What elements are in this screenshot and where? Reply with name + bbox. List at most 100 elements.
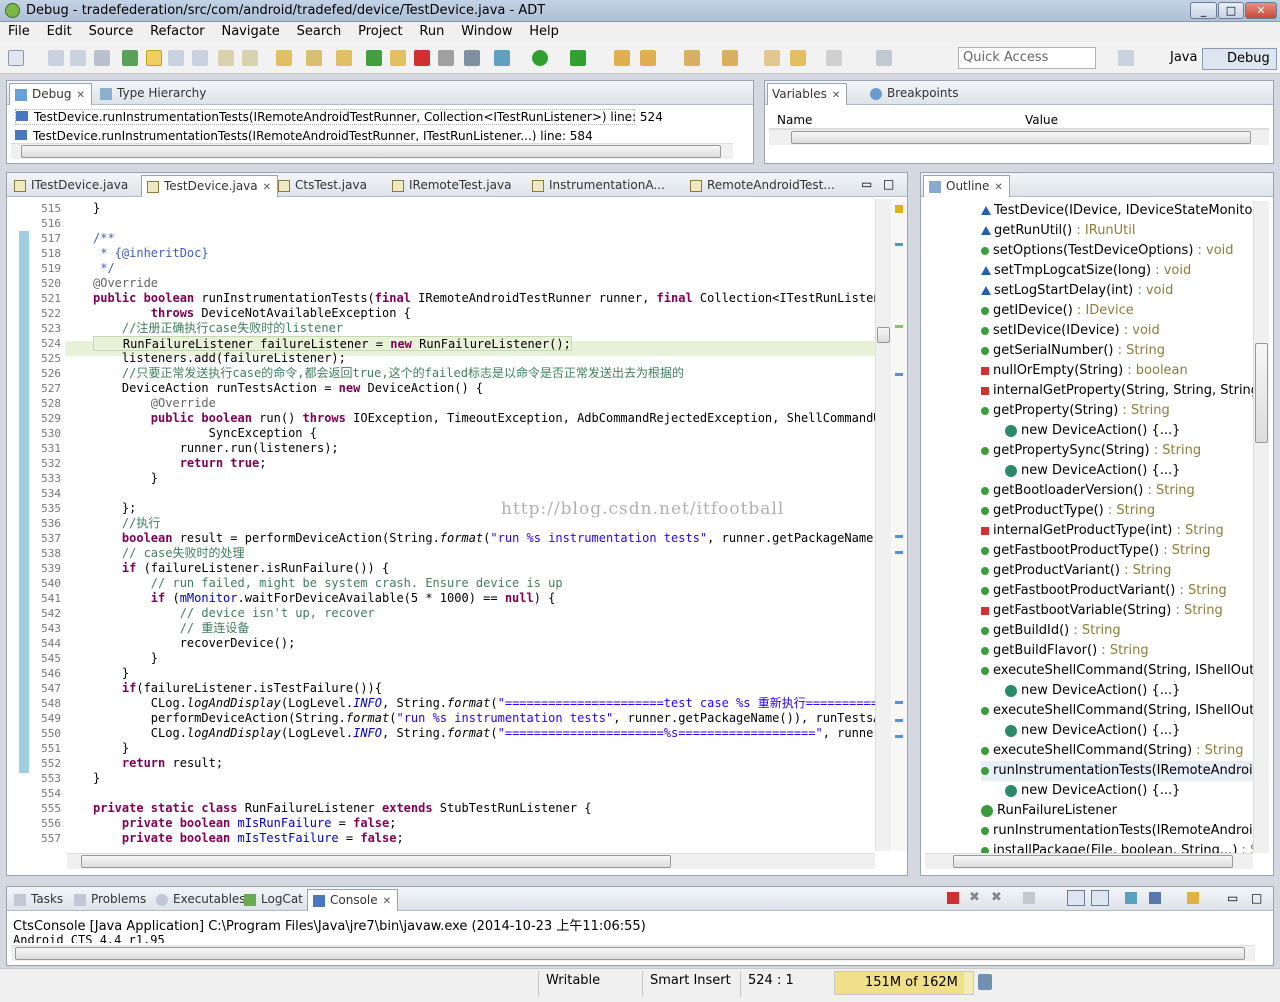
- run-external-icon[interactable]: [570, 50, 586, 66]
- tab-executables[interactable]: Executables: [151, 889, 252, 911]
- line-number[interactable]: 533: [25, 471, 61, 486]
- code-editor[interactable]: } /** * {@inheritDoc} */ @Override publi…: [7, 199, 907, 851]
- line-number[interactable]: 535: [25, 501, 61, 516]
- previous-annotation-icon[interactable]: [722, 50, 738, 66]
- outline-item[interactable]: TestDevice(IDevice, IDeviceStateMonitor): [981, 201, 1257, 221]
- use-step-filters-icon[interactable]: [464, 50, 480, 66]
- line-number[interactable]: 528: [25, 396, 61, 411]
- resume-icon[interactable]: [366, 50, 382, 66]
- run-icon[interactable]: [532, 50, 548, 66]
- save-icon[interactable]: [48, 50, 64, 66]
- suspend-icon[interactable]: [390, 50, 406, 66]
- outline-item[interactable]: getFastbootProductType() : String: [981, 541, 1211, 561]
- step-filter-icon[interactable]: [276, 50, 292, 66]
- line-number[interactable]: 552: [25, 756, 61, 771]
- line-number[interactable]: 555: [25, 801, 61, 816]
- line-number[interactable]: 517: [25, 231, 61, 246]
- menu-edit[interactable]: Edit: [47, 22, 72, 39]
- skip-breakpoints-icon[interactable]: [146, 50, 162, 66]
- console-output[interactable]: Android CTS 4.4_r1.95: [13, 933, 1243, 943]
- line-number[interactable]: 548: [25, 696, 61, 711]
- menu-source[interactable]: Source: [89, 22, 134, 39]
- java-perspective-button[interactable]: Java: [1146, 48, 1203, 70]
- menu-refactor[interactable]: Refactor: [150, 22, 205, 39]
- line-number[interactable]: 529: [25, 411, 61, 426]
- outline-item[interactable]: executeShellCommand(String) : String: [981, 741, 1243, 761]
- outline-item[interactable]: getBootloaderVersion() : String: [981, 481, 1195, 501]
- tab-ctstest[interactable]: CtsTest.java: [273, 175, 373, 197]
- code-text[interactable]: } /** * {@inheritDoc} */ @Override publi…: [93, 199, 875, 851]
- close-icon[interactable]: ✕: [76, 90, 84, 101]
- minimize-button[interactable]: _: [1190, 2, 1217, 19]
- tab-console[interactable]: Console ✕: [307, 889, 399, 911]
- line-number[interactable]: 553: [25, 771, 61, 786]
- line-number[interactable]: 541: [25, 591, 61, 606]
- horizontal-scrollbar[interactable]: [11, 945, 1255, 961]
- new-java-class-icon[interactable]: [640, 50, 656, 66]
- maximize-button[interactable]: □: [1218, 2, 1244, 19]
- line-number[interactable]: 547: [25, 681, 61, 696]
- line-number[interactable]: 540: [25, 576, 61, 591]
- save-all-icon[interactable]: [70, 50, 86, 66]
- line-number[interactable]: 519: [25, 261, 61, 276]
- outline-item[interactable]: getPropertySync(String) : String: [981, 441, 1201, 461]
- android-sdk-icon[interactable]: [122, 50, 138, 66]
- close-window-button[interactable]: ✕: [1245, 2, 1277, 19]
- outline-item[interactable]: getProductType() : String: [981, 501, 1155, 521]
- line-number[interactable]: 520: [25, 276, 61, 291]
- tab-logcat[interactable]: LogCat: [239, 889, 309, 911]
- tab-iremotetest[interactable]: IRemoteTest.java: [387, 175, 517, 197]
- outline-item[interactable]: setIDevice(IDevice) : void: [981, 321, 1160, 341]
- line-number[interactable]: 557: [25, 831, 61, 846]
- outline-item[interactable]: new DeviceAction() {...}: [1005, 461, 1180, 481]
- remove-launch-icon[interactable]: ✖: [969, 890, 980, 905]
- step-into-icon[interactable]: [336, 50, 352, 66]
- new-icon[interactable]: [8, 50, 24, 66]
- line-number[interactable]: 518: [25, 246, 61, 261]
- scroll-lock-icon[interactable]: [1067, 890, 1085, 906]
- open-task-icon[interactable]: [242, 50, 258, 66]
- toggle-icon[interactable]: [168, 50, 184, 66]
- line-number[interactable]: 524: [25, 336, 61, 351]
- line-number[interactable]: 516: [25, 216, 61, 231]
- terminate-icon[interactable]: [947, 892, 959, 904]
- tab-variables[interactable]: Variables ✕: [767, 83, 848, 105]
- block-select-icon[interactable]: [192, 50, 208, 66]
- line-number[interactable]: 531: [25, 441, 61, 456]
- line-number[interactable]: 543: [25, 621, 61, 636]
- line-number[interactable]: 534: [25, 486, 61, 501]
- outline-item[interactable]: RunFailureListener: [981, 801, 1117, 821]
- tab-instrumentation[interactable]: InstrumentationA...: [527, 175, 671, 197]
- open-perspective-icon[interactable]: [1118, 50, 1134, 66]
- menu-file[interactable]: File: [8, 22, 30, 39]
- outline-item[interactable]: getProductVariant() : String: [981, 561, 1171, 581]
- outline-item[interactable]: getFastbootProductVariant() : String: [981, 581, 1227, 601]
- line-number[interactable]: 556: [25, 816, 61, 831]
- close-icon[interactable]: ✕: [263, 182, 271, 193]
- terminate-icon[interactable]: [414, 50, 430, 66]
- garbage-collect-icon[interactable]: [978, 974, 992, 990]
- display-console-icon[interactable]: [1149, 892, 1161, 904]
- outline-item[interactable]: getFastbootVariable(String) : String: [981, 601, 1223, 621]
- outline-item[interactable]: setLogStartDelay(int) : void: [981, 281, 1173, 301]
- outline-item[interactable]: executeShellCommand(String, IShellOutpu: [981, 701, 1257, 721]
- line-number[interactable]: 544: [25, 636, 61, 651]
- outline-item[interactable]: new DeviceAction() {...}: [1005, 781, 1180, 801]
- outline-item[interactable]: internalGetProperty(String, String, Stri…: [981, 381, 1257, 401]
- line-number[interactable]: 537: [25, 531, 61, 546]
- warning-marker-icon[interactable]: [895, 205, 903, 213]
- column-header[interactable]: Name: [777, 113, 812, 127]
- outline-item[interactable]: setTmpLogcatSize(long) : void: [981, 261, 1191, 281]
- menu-window[interactable]: Window: [461, 22, 512, 39]
- line-number[interactable]: 546: [25, 666, 61, 681]
- horizontal-scrollbar[interactable]: [67, 853, 875, 869]
- stack-frame[interactable]: TestDevice.runInstrumentationTests(IRemo…: [15, 109, 663, 125]
- pin-console-icon[interactable]: [1125, 892, 1137, 904]
- line-number[interactable]: 550: [25, 726, 61, 741]
- quick-access-input[interactable]: Quick Access: [958, 47, 1096, 69]
- tab-debug[interactable]: Debug ✕: [9, 83, 92, 105]
- print-icon[interactable]: [94, 50, 110, 66]
- line-number[interactable]: 536: [25, 516, 61, 531]
- outline-item[interactable]: getBuildFlavor() : String: [981, 641, 1149, 661]
- open-console-icon[interactable]: [1187, 892, 1199, 904]
